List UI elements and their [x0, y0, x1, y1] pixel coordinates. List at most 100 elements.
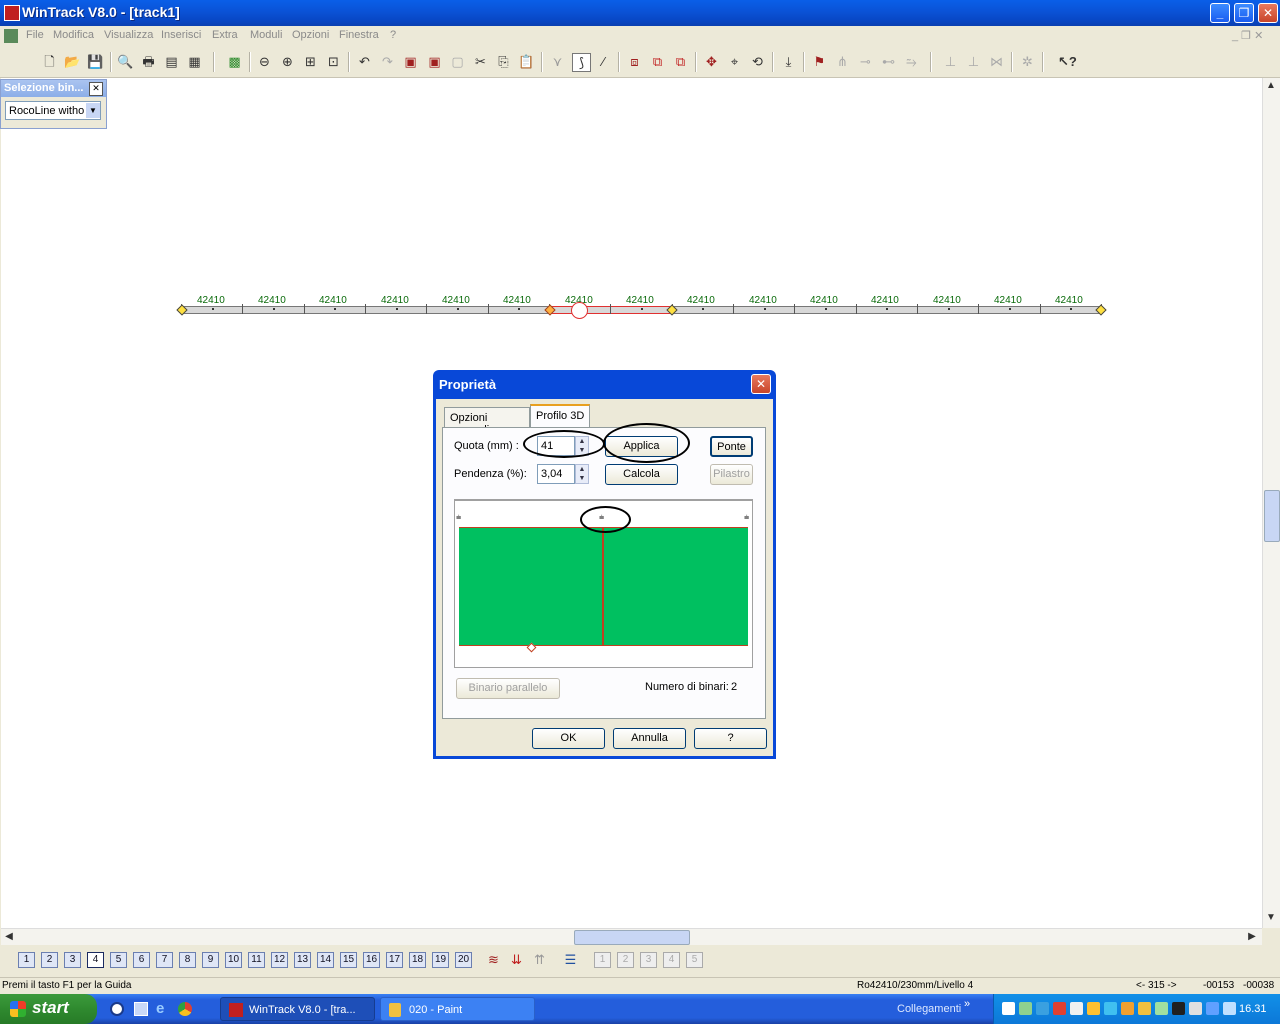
library2-icon[interactable]: ▣ [426, 53, 443, 70]
tray-icon[interactable] [1036, 1002, 1049, 1015]
level-button-19[interactable]: 19 [432, 952, 449, 968]
start-button[interactable]: start [0, 994, 97, 1024]
menu-visualizza[interactable]: Visualizza [104, 29, 153, 41]
copy-icon[interactable]: ⎘ [495, 53, 512, 70]
level-button-15[interactable]: 15 [340, 952, 357, 968]
tray-icon[interactable] [1172, 1002, 1185, 1015]
menu-inserisci[interactable]: Inserisci [161, 29, 201, 41]
vertical-scroll-thumb[interactable] [1264, 490, 1280, 542]
level-button-4[interactable]: 4 [87, 952, 104, 968]
level-button-10[interactable]: 10 [225, 952, 242, 968]
switch-icon[interactable]: ⋎ [549, 53, 566, 70]
selector-close-icon[interactable]: ✕ [89, 82, 103, 96]
scroll-down-icon[interactable]: ▼ [1263, 910, 1279, 926]
level-button-2[interactable]: 2 [41, 952, 58, 968]
track-system-select[interactable]: RocoLine witho ▼ [5, 101, 101, 120]
pendenza-input[interactable]: 3,04 [537, 464, 575, 484]
move-icon[interactable]: ✥ [703, 53, 720, 70]
level-button-1[interactable]: 1 [18, 952, 35, 968]
menu-file[interactable]: File [26, 29, 44, 41]
layer-up-icon[interactable]: ⇈ [531, 951, 548, 968]
zoom-in-icon[interactable]: ⊕ [279, 53, 296, 70]
mdi-controls[interactable]: _ ❐ ✕ [1232, 29, 1263, 42]
tray-icon[interactable] [1104, 1002, 1117, 1015]
profile-view[interactable]: ⩧ ⩧ ⩧ [454, 499, 753, 668]
links-chevron-icon[interactable]: » [964, 998, 970, 1010]
parts-list-icon[interactable]: ▦ [186, 53, 203, 70]
cut-icon[interactable]: ✂ [472, 53, 489, 70]
menu-finestra[interactable]: Finestra [339, 29, 379, 41]
tray-icon[interactable] [1223, 1002, 1236, 1015]
zoom-out-icon[interactable]: ⊖ [256, 53, 273, 70]
tray-icon[interactable] [1019, 1002, 1032, 1015]
scroll-left-icon[interactable]: ◀ [1, 929, 17, 945]
zoom-window-icon[interactable]: ⊞ [302, 53, 319, 70]
vertical-scrollbar[interactable]: ▲ ▼ [1262, 78, 1280, 928]
tray-icon[interactable] [1121, 1002, 1134, 1015]
level-button-3[interactable]: 3 [64, 952, 81, 968]
menu-opzioni[interactable]: Opzioni [292, 29, 329, 41]
ponte-button[interactable]: Ponte [710, 436, 753, 457]
zoom-fit-icon[interactable]: ⊡ [325, 53, 342, 70]
print-setup-icon[interactable]: ▤ [163, 53, 180, 70]
tool-e-icon[interactable]: ⊥ [942, 53, 959, 70]
signal-icon[interactable]: ⚑ [811, 53, 828, 70]
group2-icon[interactable]: ⧉ [649, 53, 666, 70]
horizontal-scroll-thumb[interactable] [574, 930, 690, 945]
redo-icon[interactable]: ↷ [379, 53, 396, 70]
menu-moduli[interactable]: Moduli [250, 29, 282, 41]
menu-help[interactable]: ? [390, 29, 396, 41]
task-paint[interactable]: 020 - Paint [380, 997, 535, 1021]
view-4-icon[interactable]: 4 [663, 952, 680, 968]
tray-icon[interactable] [1155, 1002, 1168, 1015]
calcola-button[interactable]: Calcola [605, 464, 678, 485]
chevron-down-icon[interactable]: ▼ [86, 103, 100, 118]
level-button-5[interactable]: 5 [110, 952, 127, 968]
pilastro-button[interactable]: Pilastro [710, 464, 753, 485]
tray-icon[interactable] [1138, 1002, 1151, 1015]
tray-icon[interactable] [1070, 1002, 1083, 1015]
group3-icon[interactable]: ⧉ [672, 53, 689, 70]
new-file-icon[interactable]: 🗋 [41, 53, 58, 70]
level-button-13[interactable]: 13 [294, 952, 311, 968]
height-icon[interactable]: ⤓ [780, 53, 797, 70]
scroll-up-icon[interactable]: ▲ [1263, 78, 1279, 94]
level-button-14[interactable]: 14 [317, 952, 334, 968]
dialog-help-button[interactable]: ? [694, 728, 767, 749]
quicklaunch-chrome-icon[interactable] [178, 1002, 192, 1016]
library3-icon[interactable]: ▢ [449, 53, 466, 70]
save-icon[interactable]: 💾 [87, 53, 104, 70]
tray-icon[interactable] [1206, 1002, 1219, 1015]
pendenza-spinner[interactable]: ▲ ▼ [575, 464, 589, 484]
scroll-right-icon[interactable]: ▶ [1244, 929, 1260, 945]
level-button-9[interactable]: 9 [202, 952, 219, 968]
links-toolbar[interactable]: Collegamenti [897, 1003, 961, 1015]
layer-stack-icon[interactable]: ☰ [562, 951, 579, 968]
level-button-17[interactable]: 17 [386, 952, 403, 968]
tray-icon[interactable] [1053, 1002, 1066, 1015]
view-3-icon[interactable]: 3 [640, 952, 657, 968]
ok-button[interactable]: OK [532, 728, 605, 749]
close-button[interactable]: ✕ [1258, 3, 1278, 23]
dialog-close-button[interactable]: ✕ [751, 374, 771, 394]
level-button-18[interactable]: 18 [409, 952, 426, 968]
background-image-icon[interactable]: ▩ [226, 53, 243, 70]
tool-g-icon[interactable]: ⋈ [988, 53, 1005, 70]
task-wintrack[interactable]: WinTrack V8.0 - [tra... [220, 997, 375, 1021]
paste-icon[interactable]: 📋 [518, 53, 535, 70]
tool-f-icon[interactable]: ⊥ [965, 53, 982, 70]
level-button-12[interactable]: 12 [271, 952, 288, 968]
minimize-button[interactable]: _ [1210, 3, 1230, 23]
binario-parallelo-button[interactable]: Binario parallelo [456, 678, 560, 699]
quicklaunch-media-icon[interactable] [110, 1002, 124, 1016]
tool-d-icon[interactable]: ⥲ [903, 53, 920, 70]
selection-handle[interactable] [571, 302, 588, 319]
layers-icon[interactable]: ≋ [485, 951, 502, 968]
annulla-button[interactable]: Annulla [613, 728, 686, 749]
level-button-20[interactable]: 20 [455, 952, 472, 968]
view-5-icon[interactable]: 5 [686, 952, 703, 968]
tab-opzioni-generali[interactable]: Opzioni generali [444, 407, 530, 436]
tool-h-icon[interactable]: ✲ [1019, 53, 1036, 70]
tool-b-icon[interactable]: ⊸ [857, 53, 874, 70]
level-button-11[interactable]: 11 [248, 952, 265, 968]
